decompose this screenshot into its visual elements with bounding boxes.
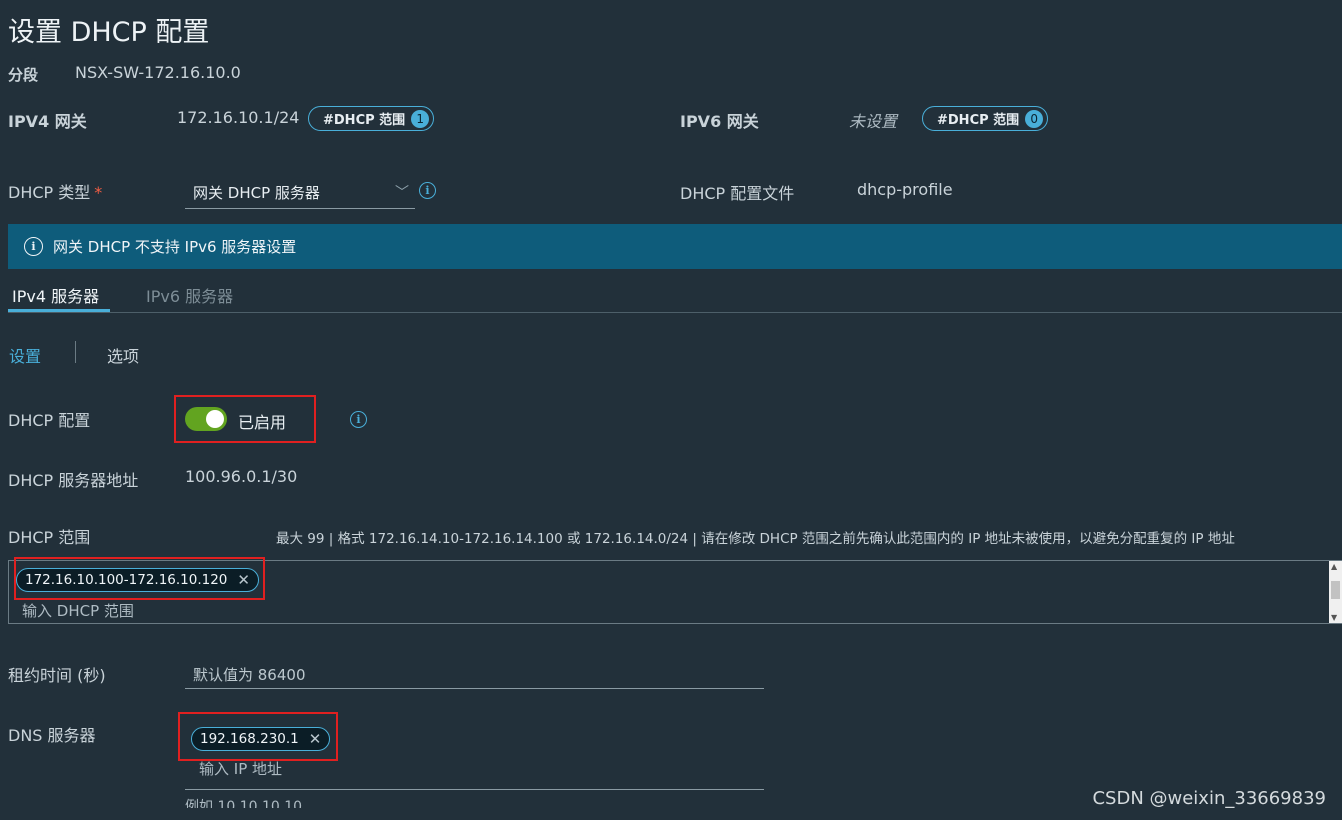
dns-servers-input[interactable]: 输入 IP 地址	[185, 756, 764, 790]
ipv4-dhcp-range-pill[interactable]: #DHCP 范围 1	[308, 106, 435, 131]
ipv6-dhcp-range-pill-label: #DHCP 范围	[937, 113, 1020, 128]
info-banner: i 网关 DHCP 不支持 IPv6 服务器设置	[8, 224, 1342, 269]
page-title: 设置 DHCP 配置	[8, 17, 210, 48]
dhcp-type-selected: 网关 DHCP 服务器	[193, 184, 320, 202]
dhcp-profile-value: dhcp-profile	[857, 180, 953, 199]
segment-value: NSX-SW-172.16.10.0	[75, 63, 241, 82]
dns-servers-example: 例如 10.10.10.10	[185, 799, 303, 808]
dhcp-range-scrollbar[interactable]: ▲ ▼	[1329, 561, 1342, 623]
dhcp-type-label-text: DHCP 类型	[8, 183, 91, 202]
dns-servers-label: DNS 服务器	[8, 726, 96, 745]
lease-time-input[interactable]: 默认值为 86400	[185, 656, 764, 689]
ipv6-dhcp-range-pill[interactable]: #DHCP 范围 0	[922, 106, 1049, 131]
subtab-settings[interactable]: 设置	[9, 343, 41, 367]
dhcp-config-toggle[interactable]	[185, 407, 227, 431]
dns-servers-placeholder: 输入 IP 地址	[199, 760, 283, 778]
dhcp-config-page: 设置 DHCP 配置 分段 NSX-SW-172.16.10.0 IPV4 网关…	[0, 0, 1342, 820]
dns-server-chip-value: 192.168.230.1	[200, 731, 299, 747]
active-tab-indicator	[8, 309, 110, 312]
chevron-down-icon: ﹀	[395, 185, 409, 201]
scroll-thumb[interactable]	[1331, 581, 1340, 599]
close-icon[interactable]: ✕	[237, 571, 250, 589]
dhcp-type-select[interactable]: 网关 DHCP 服务器 ﹀	[185, 176, 415, 209]
tabs-divider	[8, 312, 1342, 313]
dhcp-profile-label: DHCP 配置文件	[680, 184, 795, 203]
ipv4-dhcp-range-count: 1	[411, 109, 430, 128]
dhcp-range-chip-value: 172.16.10.100-172.16.10.120	[25, 572, 228, 588]
info-banner-text: 网关 DHCP 不支持 IPv6 服务器设置	[53, 238, 297, 256]
dhcp-type-label: DHCP 类型 *	[8, 179, 102, 203]
info-icon[interactable]: i	[350, 411, 367, 428]
ipv6-gateway-value: 未设置	[849, 112, 898, 131]
info-icon: i	[24, 237, 43, 256]
scroll-up-icon[interactable]: ▲	[1331, 562, 1337, 571]
dhcp-range-placeholder: 输入 DHCP 范围	[22, 602, 134, 620]
dns-server-chip[interactable]: 192.168.230.1 ✕	[191, 727, 331, 751]
ipv4-gateway-label: IPV4 网关	[8, 112, 87, 131]
server-address-value: 100.96.0.1/30	[185, 467, 298, 486]
lease-time-placeholder: 默认值为 86400	[193, 666, 306, 684]
dhcp-range-hint: 最大 99 | 格式 172.16.14.10-172.16.14.100 或 …	[276, 531, 1235, 547]
dhcp-config-label: DHCP 配置	[8, 411, 91, 430]
segment-label: 分段	[8, 66, 39, 84]
info-icon[interactable]: i	[419, 182, 436, 199]
lease-time-label: 租约时间 (秒)	[8, 666, 106, 685]
tab-ipv6-server[interactable]: IPv6 服务器	[146, 283, 233, 307]
toggle-knob	[206, 410, 224, 428]
ipv6-gateway-label: IPV6 网关	[680, 112, 759, 131]
server-address-label: DHCP 服务器地址	[8, 471, 139, 490]
ipv6-dhcp-range-count: 0	[1025, 109, 1044, 128]
dhcp-range-label: DHCP 范围	[8, 528, 91, 547]
required-mark: *	[94, 183, 103, 202]
dhcp-config-state: 已启用	[238, 413, 287, 432]
close-icon[interactable]: ✕	[309, 730, 322, 748]
ipv4-gateway-value: 172.16.10.1/24	[177, 108, 300, 127]
subtab-options[interactable]: 选项	[107, 343, 139, 367]
dhcp-range-chip[interactable]: 172.16.10.100-172.16.10.120 ✕	[16, 568, 259, 592]
watermark: CSDN @weixin_33669839	[1092, 788, 1326, 809]
ipv4-dhcp-range-pill-label: #DHCP 范围	[323, 113, 406, 128]
tab-ipv4-server[interactable]: IPv4 服务器	[12, 283, 99, 307]
subtab-divider	[75, 341, 76, 363]
scroll-down-icon[interactable]: ▼	[1331, 613, 1337, 622]
